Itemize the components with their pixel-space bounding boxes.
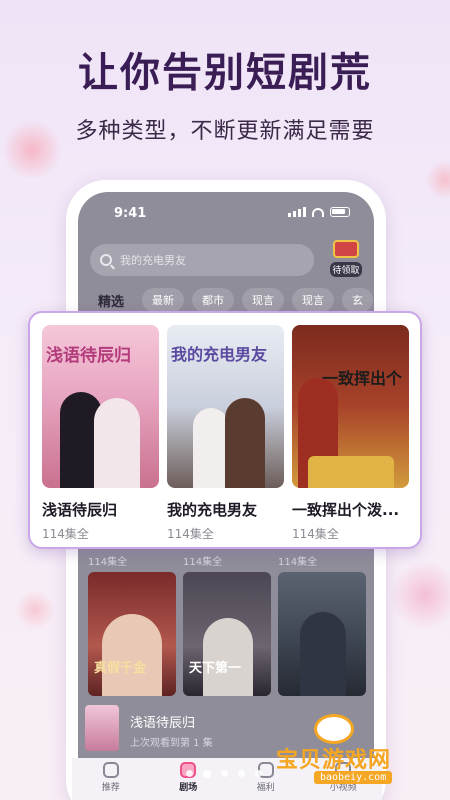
reward-button[interactable]: 待领取 [326, 240, 366, 280]
poster-caption: 浅语待辰归 [46, 346, 131, 366]
featured-drama[interactable]: 我的充电男友 我的充电男友 114集全 [167, 325, 284, 542]
decor-blob [390, 560, 450, 630]
tab-modern-romance-2[interactable]: 现言 [292, 288, 335, 312]
carousel-dot[interactable] [221, 770, 228, 777]
drama-poster[interactable]: 天下第一 [183, 572, 271, 696]
drama-poster[interactable]: 真假千金 [88, 572, 176, 696]
drama-meta: 114集全 [88, 557, 128, 568]
status-bar: 9:41 [78, 192, 374, 232]
hero-subtitle: 多种类型，不断更新满足需要 [75, 119, 375, 144]
history-thumbnail [85, 705, 119, 751]
signal-icon [288, 207, 306, 217]
history-title: 浅语待辰归 [130, 716, 196, 731]
drama-episodes: 114集全 [167, 527, 214, 541]
gamepad-icon [314, 714, 354, 744]
tab-fantasy[interactable]: 玄 [342, 288, 374, 312]
bear-icon [102, 762, 119, 778]
carousel-dot[interactable] [238, 770, 245, 777]
watermark-text: 宝贝游戏网 [276, 748, 392, 773]
reward-label: 待领取 [330, 262, 362, 277]
nav-label: 福利 [256, 783, 275, 793]
drama-title: 我的充电男友 [167, 501, 258, 519]
carousel-indicator [186, 770, 262, 778]
featured-card: 浅语待辰归 浅语待辰归 114集全 我的充电男友 我的充电男友 114集全 一致… [28, 311, 422, 549]
drama-poster: 浅语待辰归 [42, 325, 159, 488]
drama-title: 浅语待辰归 [42, 501, 118, 519]
poster-caption: 真假千金 [94, 661, 147, 676]
hero-title: 让你告别短剧荒 [78, 50, 372, 96]
gold-coins [308, 456, 394, 488]
drama-poster: 我的充电男友 [167, 325, 284, 488]
nav-theater[interactable]: 剧场 [150, 758, 228, 800]
battery-icon [330, 207, 350, 217]
drama-episodes: 114集全 [292, 527, 339, 541]
wifi-icon [312, 208, 324, 217]
drama-poster: 一致挥出个泼 [292, 325, 409, 488]
tab-urban[interactable]: 都市 [192, 288, 235, 312]
poster-figure [102, 614, 162, 696]
carousel-dot[interactable] [186, 770, 193, 777]
nav-label: 推荐 [101, 783, 120, 793]
featured-drama[interactable]: 一致挥出个泼 一致挥出个泼... 114集全 [292, 325, 409, 542]
poster-figure [193, 408, 229, 488]
poster-caption: 天下第一 [189, 661, 242, 676]
carousel-dot-active[interactable] [203, 770, 211, 778]
decor-blob [425, 160, 450, 200]
tab-featured[interactable]: 精选 [88, 288, 134, 312]
carousel-dot[interactable] [255, 770, 262, 777]
nav-label: 剧场 [179, 783, 198, 793]
drama-poster[interactable] [278, 572, 366, 696]
search-placeholder: 我的充电男友 [120, 254, 186, 267]
search-input[interactable]: 我的充电男友 [90, 244, 314, 276]
search-icon [100, 254, 112, 266]
drama-episodes: 114集全 [42, 527, 89, 541]
tab-modern-romance[interactable]: 现言 [242, 288, 285, 312]
poster-figure [300, 612, 346, 696]
poster-figure [94, 398, 140, 488]
drama-meta: 114集全 [278, 557, 318, 568]
poster-figure [225, 398, 265, 488]
history-progress: 上次观看到第 1 集 [130, 738, 213, 749]
tab-latest[interactable]: 最新 [142, 288, 185, 312]
gift-icon [333, 240, 359, 258]
status-time: 9:41 [114, 206, 147, 221]
drama-meta: 114集全 [183, 557, 223, 568]
drama-title: 一致挥出个泼... [292, 501, 400, 519]
watermark-url: baobeiy.com [314, 771, 393, 784]
poster-caption: 我的充电男友 [171, 345, 268, 364]
nav-recommend[interactable]: 推荐 [72, 758, 150, 800]
decor-blob [15, 590, 55, 630]
status-icons [288, 207, 350, 217]
featured-drama[interactable]: 浅语待辰归 浅语待辰归 114集全 [42, 325, 159, 542]
site-watermark: 宝贝游戏网 baobeiy.com [276, 712, 446, 792]
